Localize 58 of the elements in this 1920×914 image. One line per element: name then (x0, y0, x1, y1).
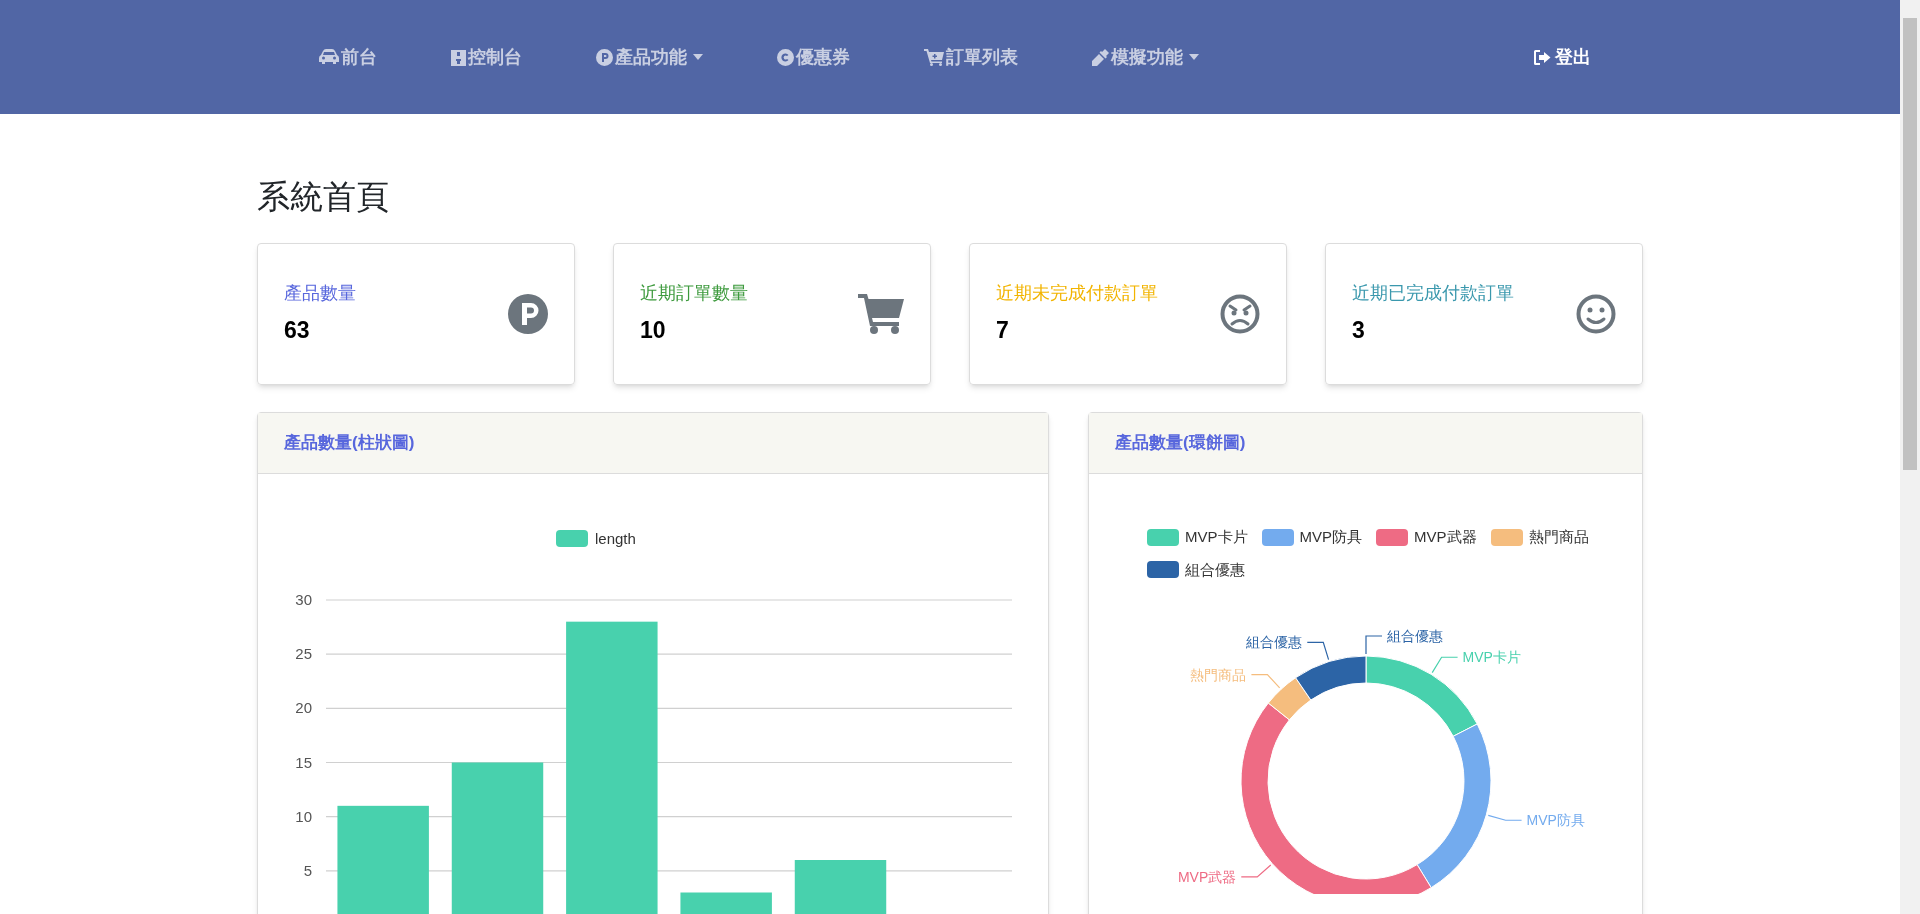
cart-icon (858, 294, 904, 334)
leader-line (1365, 635, 1383, 655)
stat-label: 近期已完成付款訂單 (1352, 282, 1514, 306)
stat-value: 7 (996, 316, 1010, 346)
axis-tick-label: 15 (295, 753, 312, 771)
scrollbar-thumb[interactable] (1903, 18, 1917, 470)
nav-dropdown[interactable]: 產品功能 (584, 35, 715, 79)
leader-line (1487, 814, 1523, 821)
axis-tick-label: 20 (295, 699, 312, 717)
axis-tick-label: 30 (295, 591, 312, 608)
stat-label: 產品數量 (284, 282, 356, 306)
stat-value: 3 (1352, 316, 1366, 346)
leader-line (1306, 641, 1330, 661)
stat-value: 63 (284, 316, 311, 346)
nav-link[interactable]: 前台 (307, 35, 389, 79)
leader-line (1250, 674, 1281, 689)
nav-link[interactable]: 控制台 (439, 35, 534, 79)
legend-label[interactable]: 熱門商品 (1528, 526, 1589, 549)
legend-label[interactable]: MVP防具 (1299, 526, 1363, 549)
stat-label: 近期未完成付款訂單 (996, 282, 1158, 306)
scrollbar[interactable] (1900, 0, 1920, 914)
logout-icon (1534, 49, 1551, 65)
panel-title: 產品數量(柱狀圖) (284, 432, 415, 455)
slice-label: MVP武器 (1177, 868, 1237, 885)
axis-tick-label: 10 (295, 807, 312, 825)
legend-label[interactable]: 組合優惠 (1185, 558, 1245, 581)
stat-value: 10 (640, 316, 667, 346)
smiley-face-icon (1576, 294, 1616, 334)
car-icon (319, 49, 339, 65)
slice-label: 熱門商品 (1190, 666, 1247, 683)
eyedropper-icon (1092, 48, 1109, 66)
page-title: 系統首頁 (257, 180, 390, 213)
slice-label: MVP防具 (1526, 812, 1585, 829)
badge-icon (451, 48, 466, 66)
slice-label: 組合優惠 (1387, 628, 1443, 644)
nav-dropdown[interactable]: 模擬功能 (1080, 35, 1211, 79)
legend-swatch[interactable] (1490, 528, 1523, 546)
cart-icon (924, 48, 944, 66)
legend-swatch[interactable] (1261, 528, 1294, 546)
legend-swatch[interactable] (1147, 528, 1179, 546)
slice-label: 組合優惠 (1246, 634, 1303, 651)
legend-label[interactable]: MVP武器 (1414, 526, 1477, 549)
legend-label[interactable]: MVP卡片 (1185, 526, 1248, 549)
axis-tick-label: 25 (295, 645, 312, 663)
angry-face-icon (1220, 294, 1260, 334)
panel-title: 產品數量(環餅圖) (1115, 432, 1246, 455)
nav-link[interactable]: 優惠券 (765, 35, 862, 79)
stat-label: 近期訂單數量 (640, 282, 748, 306)
legend-label[interactable]: length (595, 530, 636, 547)
logout-link[interactable]: 登出 (1534, 43, 1591, 71)
slice-label: MVP卡片 (1462, 649, 1521, 666)
leader-line (1431, 656, 1459, 674)
leader-line (1240, 864, 1272, 878)
legend-swatch[interactable] (1147, 561, 1179, 579)
nav-link[interactable]: 訂單列表 (912, 35, 1030, 79)
axis-tick-label: 5 (303, 861, 312, 879)
legend-swatch[interactable] (1376, 528, 1409, 546)
legend-swatch[interactable] (556, 530, 588, 547)
